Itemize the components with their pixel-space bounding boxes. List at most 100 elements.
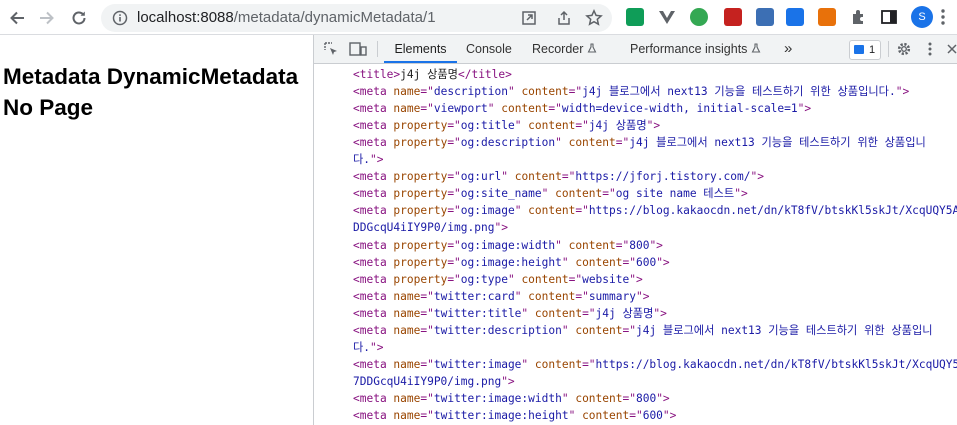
- dom-token: 다.: [353, 340, 371, 354]
- more-tabs-button[interactable]: »: [784, 35, 792, 63]
- dom-node-line[interactable]: <meta property="og:title" content="j4j 상…: [353, 117, 660, 134]
- dom-token: twitter:title: [433, 306, 522, 320]
- dom-token: content: [534, 357, 583, 371]
- open-in-app-icon[interactable]: [521, 10, 537, 26]
- dom-token: content: [575, 255, 623, 269]
- dom-token: =": [447, 136, 461, 150]
- dom-node-line[interactable]: <meta property="og:site_name" content="o…: [353, 185, 748, 202]
- dom-token: width=device-width, initial-scale=1: [561, 102, 798, 116]
- dom-node-line[interactable]: <meta property="og:image:height" content…: [353, 254, 670, 271]
- dom-node-line[interactable]: 다.">: [353, 339, 384, 356]
- dom-token: og:title: [460, 119, 515, 133]
- profile-avatar[interactable]: S: [911, 6, 933, 28]
- tab-recorder-label: Recorder: [532, 42, 584, 56]
- dom-token: <meta: [353, 306, 394, 320]
- dom-token: twitter:description: [433, 323, 562, 337]
- dom-node-line[interactable]: <meta name="viewport" content="width=dev…: [353, 100, 811, 117]
- dom-token: =": [420, 409, 434, 422]
- dom-node-line[interactable]: <meta property="og:image" content="https…: [353, 202, 957, 219]
- dom-node-line[interactable]: <meta name="description" content="j4j 블로…: [353, 83, 909, 100]
- dom-token: ">: [662, 409, 677, 422]
- dom-token: property: [393, 119, 448, 133]
- tab-recorder[interactable]: Recorder: [532, 35, 597, 63]
- dom-node-line[interactable]: <meta property="og:type" content="websit…: [353, 271, 643, 288]
- dom-token: ">: [653, 306, 667, 320]
- bookmark-star-icon[interactable]: [585, 9, 603, 27]
- side-panel-icon[interactable]: [880, 8, 898, 26]
- close-devtools-icon[interactable]: [946, 43, 957, 55]
- back-icon[interactable]: [4, 5, 30, 31]
- dom-token: ">: [629, 272, 643, 286]
- site-info-icon[interactable]: [112, 10, 128, 26]
- dom-node-line[interactable]: <meta property="og:description" content=…: [353, 134, 926, 151]
- dom-node-line[interactable]: <meta name="twitter:image" content="http…: [353, 356, 957, 373]
- extension-blue-icon[interactable]: [756, 8, 774, 26]
- extension-w-icon[interactable]: [786, 8, 804, 26]
- vue-devtools-icon[interactable]: [658, 8, 676, 26]
- experiment-flask-icon: [751, 43, 761, 53]
- dom-token: <meta: [353, 272, 394, 286]
- dom-token: <meta: [353, 255, 394, 269]
- dom-token: name: [393, 85, 421, 99]
- dom-token: ">: [656, 391, 670, 405]
- dom-token: =": [622, 255, 636, 269]
- tab-divider: [888, 41, 889, 57]
- dom-token: j4j 상품명: [588, 119, 647, 133]
- dom-token: ": [514, 119, 529, 133]
- dom-token: property: [393, 255, 448, 269]
- tab-console[interactable]: Console: [466, 35, 512, 63]
- extension-red-icon[interactable]: [724, 8, 742, 26]
- dom-token: og:image:width: [460, 238, 556, 252]
- tab-performance-insights[interactable]: Performance insights: [630, 35, 761, 63]
- dom-node-line[interactable]: <meta name="twitter:image:width" content…: [353, 390, 670, 407]
- dom-node-line[interactable]: <meta name="twitter:image:height" conten…: [353, 407, 676, 424]
- extension-green-icon[interactable]: [626, 8, 644, 26]
- dom-token: =": [622, 323, 636, 337]
- extensions-puzzle-icon[interactable]: [850, 8, 868, 26]
- dom-token: ": [507, 85, 522, 99]
- settings-gear-icon[interactable]: [896, 41, 912, 57]
- dom-token: =": [420, 289, 434, 303]
- browser-menu-icon[interactable]: [941, 9, 945, 25]
- dom-token: <meta: [353, 187, 394, 201]
- dom-token: </title>: [457, 68, 512, 81]
- dom-token: 800: [635, 391, 657, 405]
- dom-node-line[interactable]: 다.">: [353, 151, 384, 168]
- dom-node-line[interactable]: 7DDGcqU4iIY9P0/img.png">: [353, 373, 515, 390]
- reload-icon[interactable]: [66, 5, 92, 31]
- dom-token: content: [501, 102, 549, 116]
- dom-node-line[interactable]: <meta name="twitter:card" content="summa…: [353, 288, 649, 305]
- dom-token: =": [447, 238, 461, 252]
- dom-token: content: [514, 170, 562, 184]
- browser-toolbar: localhost:8088/metadata/dynamicMetadata/…: [0, 0, 957, 35]
- dom-token: content: [528, 289, 576, 303]
- devtools-menu-icon[interactable]: [928, 41, 932, 57]
- address-bar[interactable]: localhost:8088/metadata/dynamicMetadata/…: [101, 4, 612, 32]
- devtools-tab-bar: Elements Console Recorder Performance in…: [314, 35, 957, 64]
- dom-token: ">: [797, 102, 812, 116]
- dom-token: 다.: [353, 153, 371, 167]
- device-toolbar-icon[interactable]: [349, 41, 367, 57]
- issues-counter[interactable]: 1: [849, 40, 881, 60]
- dom-token: =": [615, 238, 630, 252]
- dom-node-line[interactable]: <title>j4j 상품명</title>: [353, 66, 512, 83]
- dom-node-line[interactable]: <meta property="og:image:width" content=…: [353, 237, 663, 254]
- dom-token: <title>: [353, 68, 401, 81]
- inspect-element-icon[interactable]: [323, 41, 339, 57]
- dom-node-line[interactable]: DDGcqU4iIY9P0/img.png">: [353, 219, 508, 236]
- dom-node-line[interactable]: <meta name="twitter:description" content…: [353, 322, 933, 339]
- tab-elements[interactable]: Elements: [384, 35, 457, 63]
- dom-token: 800: [629, 238, 650, 252]
- dom-token: content: [568, 238, 616, 252]
- share-icon[interactable]: [556, 10, 572, 26]
- dom-node-line[interactable]: <meta name="twitter:title" content="j4j …: [353, 305, 667, 322]
- dom-node-line[interactable]: <meta property="og:url" content="https:/…: [353, 168, 764, 185]
- extension-circle-icon[interactable]: [690, 8, 708, 26]
- extension-orange-icon[interactable]: [818, 8, 836, 26]
- dom-token: twitter:image:width: [433, 391, 562, 405]
- forward-icon[interactable]: [34, 5, 60, 31]
- dom-token: summary: [588, 289, 636, 303]
- dom-token: property: [393, 187, 448, 201]
- dom-token: =": [420, 391, 434, 405]
- dom-token: =": [420, 102, 434, 116]
